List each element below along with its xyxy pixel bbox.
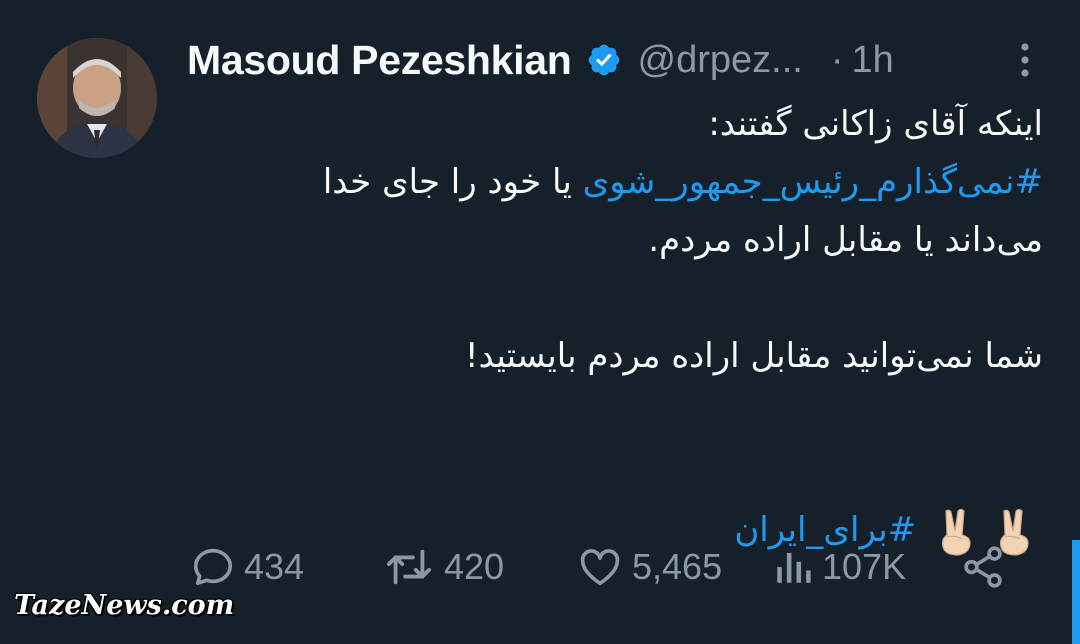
timestamp[interactable]: 1h xyxy=(852,39,894,82)
author-name[interactable]: Masoud Pezeshkian xyxy=(187,37,572,84)
retweet-icon xyxy=(386,549,432,585)
watermark: TazeNews.com xyxy=(14,590,235,621)
separator-dot: · xyxy=(830,38,844,81)
reply-icon xyxy=(193,548,233,586)
like-count: 5,465 xyxy=(632,546,723,587)
tweet-line-3: می‌داند یا مقابل اراده مردم. xyxy=(648,220,1043,260)
tweet-line-1: اینکه آقای زاکانی گفتند: xyxy=(708,104,1043,144)
tweet-card[interactable]: Masoud Pezeshkian @drpez... · 1h اینکه آ… xyxy=(0,0,1080,644)
retweet-button[interactable]: 420 xyxy=(382,542,504,592)
tweet-header: Masoud Pezeshkian @drpez... · 1h xyxy=(187,30,1047,90)
avatar[interactable] xyxy=(37,38,157,158)
reply-count: 434 xyxy=(244,546,305,587)
retweet-count: 420 xyxy=(444,546,505,587)
share-button[interactable] xyxy=(960,542,1006,592)
heart-icon xyxy=(580,549,620,586)
verified-badge-icon xyxy=(588,44,619,76)
reply-button[interactable]: 434 xyxy=(190,542,304,592)
like-button[interactable]: 5,465 xyxy=(576,542,722,592)
tweet-actions: 434 420 5,465 107K xyxy=(190,542,1010,592)
share-icon xyxy=(964,546,1002,588)
more-icon[interactable] xyxy=(1003,38,1047,82)
tweet-line-2: #نمی‌گذارم_رئیس_جمهور_شوی یا خود را جای … xyxy=(187,153,1043,211)
avatar-portrait-icon xyxy=(37,38,157,158)
tweet-text: اینکه آقای زاکانی گفتند: #نمی‌گذارم_رئیس… xyxy=(187,95,1043,559)
views-icon xyxy=(777,553,811,583)
hashtag-link[interactable]: #نمی‌گذارم_رئیس_جمهور_شوی xyxy=(583,162,1043,202)
author-handle[interactable]: @drpez... xyxy=(638,39,803,82)
views-button[interactable]: 107K xyxy=(772,542,906,592)
tweet-line-2-text: یا خود را جای خدا xyxy=(322,162,583,202)
scrollbar[interactable] xyxy=(1072,540,1080,644)
tweet-line-4: شما نمی‌توانید مقابل اراده مردم بایستید! xyxy=(464,336,1043,376)
views-count: 107K xyxy=(822,546,907,587)
